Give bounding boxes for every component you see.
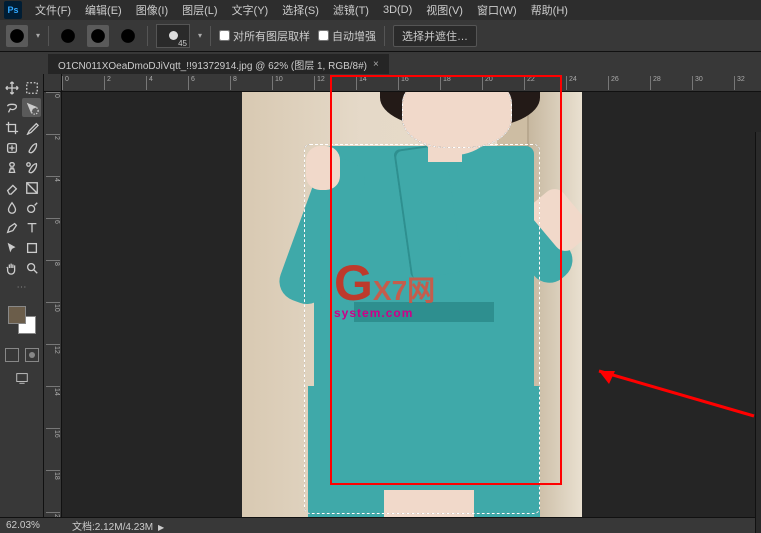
move-tool[interactable]: [2, 78, 21, 97]
screen-mode-icon[interactable]: [13, 369, 31, 387]
ps-logo: Ps: [4, 1, 22, 19]
auto-enhance-label: 自动增强: [332, 28, 376, 44]
eraser-tool[interactable]: [2, 178, 21, 197]
brush-preset-picker[interactable]: 45: [156, 24, 190, 48]
doc-info-text: 文档:2.12M/4.23M: [72, 522, 153, 533]
tab-title: O1CN011XOeaDmoDJiVqtt_!!91372914.jpg @ 6…: [58, 57, 367, 72]
watermark-g: G: [334, 255, 373, 311]
document-tab-bar: O1CN011XOeaDmoDJiVqtt_!!91372914.jpg @ 6…: [0, 52, 761, 74]
document-tab[interactable]: O1CN011XOeaDmoDJiVqtt_!!91372914.jpg @ 6…: [48, 54, 389, 74]
path-select-tool[interactable]: [2, 238, 21, 257]
blur-tool[interactable]: [2, 198, 21, 217]
hand-tool[interactable]: [2, 258, 21, 277]
shape-tool[interactable]: [22, 238, 41, 257]
marching-ants-selection: [402, 92, 512, 148]
brush-size-label: 45: [178, 39, 187, 48]
watermark-text: X7网: [373, 275, 435, 306]
tool-panel: ⋯: [0, 74, 44, 517]
canvas-wrap: 02468101214161820222426283032 0246810121…: [44, 74, 761, 517]
options-bar: ▾ 45 ▾ 对所有图层取样 自动增强 选择并遮住…: [0, 20, 761, 52]
menu-edit[interactable]: 编辑(E): [78, 0, 129, 20]
separator: [384, 26, 385, 46]
new-selection-icon[interactable]: [57, 25, 79, 47]
quick-select-tool[interactable]: [22, 98, 41, 117]
menu-3d[interactable]: 3D(D): [376, 2, 419, 18]
marching-ants-selection: [304, 144, 540, 514]
separator: [210, 26, 211, 46]
separator: [48, 26, 49, 46]
app-root: Ps 文件(F) 编辑(E) 图像(I) 图层(L) 文字(Y) 选择(S) 滤…: [0, 0, 761, 533]
edit-toolbar-icon[interactable]: ⋯: [2, 278, 42, 297]
ruler-horizontal[interactable]: 02468101214161820222426283032: [62, 74, 761, 92]
menu-filter[interactable]: 滤镜(T): [326, 0, 376, 20]
zoom-tool[interactable]: [22, 258, 41, 277]
menu-image[interactable]: 图像(I): [129, 0, 175, 20]
menu-select[interactable]: 选择(S): [275, 0, 326, 20]
quick-select-tool-icon[interactable]: [6, 25, 28, 47]
auto-enhance-checkbox[interactable]: 自动增强: [318, 28, 376, 44]
brush-tool[interactable]: [22, 138, 41, 157]
close-tab-icon[interactable]: ×: [373, 59, 379, 70]
watermark-sub: system.com: [334, 306, 435, 320]
healing-tool[interactable]: [2, 138, 21, 157]
type-tool[interactable]: [22, 218, 41, 237]
stamp-tool[interactable]: [2, 158, 21, 177]
eyedropper-tool[interactable]: [22, 118, 41, 137]
lasso-tool[interactable]: [2, 98, 21, 117]
foreground-color[interactable]: [8, 306, 26, 324]
gradient-tool[interactable]: [22, 178, 41, 197]
watermark: GX7网 system.com: [334, 254, 435, 320]
status-bar: 62.03% 文档:2.12M/4.23M ▶: [0, 517, 761, 533]
sample-all-label: 对所有图层取样: [233, 28, 310, 44]
doc-info[interactable]: 文档:2.12M/4.23M ▶: [72, 518, 164, 533]
menu-help[interactable]: 帮助(H): [524, 0, 575, 20]
menu-file[interactable]: 文件(F): [28, 0, 78, 20]
pen-tool[interactable]: [2, 218, 21, 237]
work-area: ⋯ 02468101214161820222426283032 02468101…: [0, 74, 761, 517]
standard-mode-icon[interactable]: [2, 345, 21, 364]
add-selection-icon[interactable]: [87, 25, 109, 47]
menu-type[interactable]: 文字(Y): [225, 0, 276, 20]
history-brush-tool[interactable]: [22, 158, 41, 177]
dodge-tool[interactable]: [22, 198, 41, 217]
zoom-level[interactable]: 62.03%: [6, 520, 60, 531]
tool-dropdown-icon[interactable]: ▾: [36, 31, 40, 40]
menu-bar: Ps 文件(F) 编辑(E) 图像(I) 图层(L) 文字(Y) 选择(S) 滤…: [0, 0, 761, 20]
separator: [147, 26, 148, 46]
menu-window[interactable]: 窗口(W): [470, 0, 524, 20]
crop-tool[interactable]: [2, 118, 21, 137]
quickmask-mode-icon[interactable]: [22, 345, 41, 364]
right-dock-handle[interactable]: [755, 132, 761, 533]
color-swatch[interactable]: [8, 306, 36, 334]
menu-view[interactable]: 视图(V): [419, 0, 470, 20]
doc-info-dropdown-icon[interactable]: ▶: [158, 523, 164, 532]
brush-dropdown-icon[interactable]: ▾: [198, 31, 202, 40]
select-and-mask-button[interactable]: 选择并遮住…: [393, 25, 477, 47]
subtract-selection-icon[interactable]: [117, 25, 139, 47]
ruler-corner: [44, 74, 62, 92]
marquee-tool[interactable]: [22, 78, 41, 97]
ruler-vertical[interactable]: 02468101214161820: [44, 92, 62, 517]
menu-layer[interactable]: 图层(L): [175, 0, 224, 20]
sample-all-layers-checkbox[interactable]: 对所有图层取样: [219, 28, 310, 44]
